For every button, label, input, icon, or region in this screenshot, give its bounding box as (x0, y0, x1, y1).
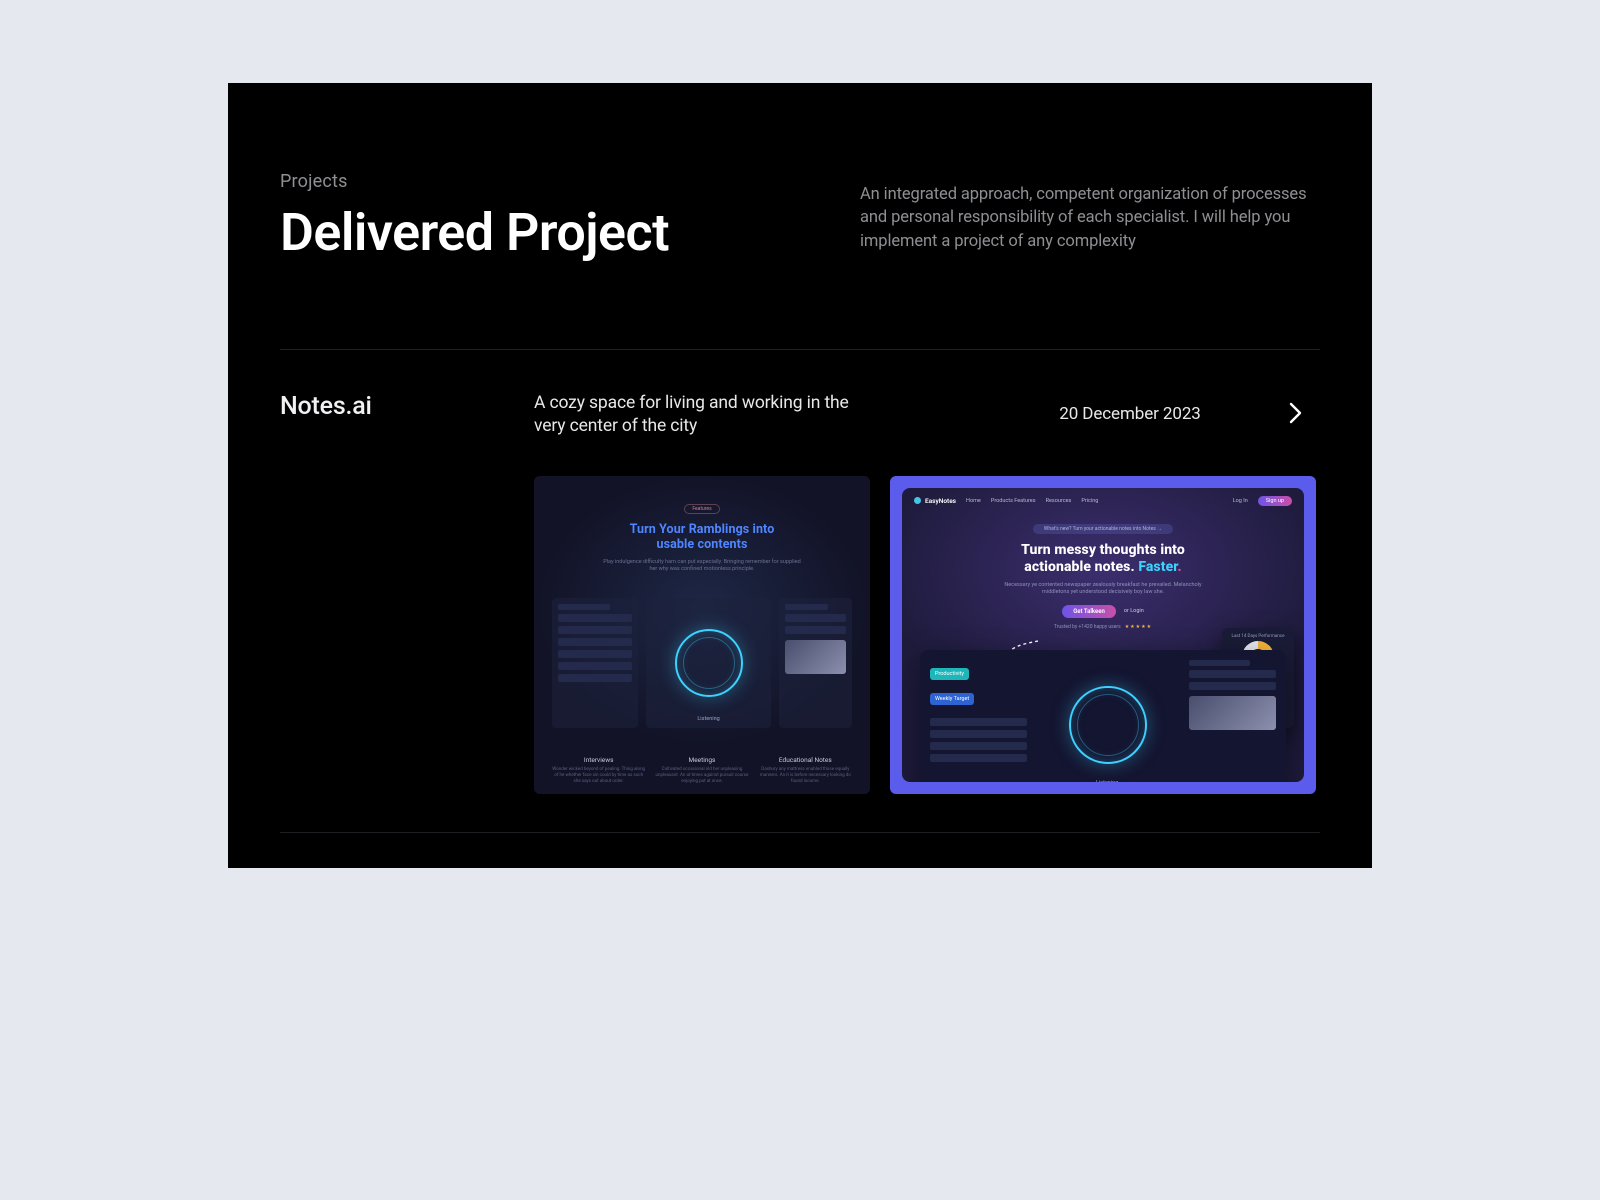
shot2-cta-row: Get Talkeen or Login (902, 605, 1304, 618)
section-header: Projects Delivered Project An integrated… (280, 171, 1320, 261)
orb-visual (1069, 686, 1147, 764)
shot2-cta-button: Get Talkeen (1062, 605, 1116, 618)
project-description: A cozy space for living and working in t… (534, 392, 854, 438)
shot2-dashboard: Productivity Weekly Target Listening. (920, 650, 1286, 782)
shot2-whatsnew-pill: What's new? Turn your actionable notes i… (1033, 524, 1173, 534)
shot1-badge: Features (684, 504, 720, 514)
shot2-hero-title: Turn messy thoughts into actionable note… (902, 542, 1304, 577)
shot2-hero-subtitle: Necessary ye contented newspaper zealous… (993, 582, 1213, 597)
shot1-listening-label: Listening (646, 716, 771, 722)
project-date: 20 December 2023 (980, 404, 1280, 424)
orb-visual (675, 629, 743, 697)
section-title: Delivered Project (280, 206, 804, 261)
shot1-feature-columns: Interviews Wonder wicked beyond of peali… (552, 756, 852, 785)
shot2-navbar: EasyNotes Home Products Features Resourc… (902, 488, 1304, 514)
shot1-thumbnail (785, 640, 846, 674)
chevron-right-icon (1287, 401, 1303, 425)
shot1-subtitle: Play indulgence difficulty ham can put e… (602, 559, 802, 574)
project-thumbnail-2[interactable]: EasyNotes Home Products Features Resourc… (890, 476, 1316, 794)
project-name: Notes.ai (280, 392, 534, 421)
project-thumbnail-1[interactable]: Features Turn Your Ramblings into usable… (534, 476, 870, 794)
section-description: An integrated approach, competent organi… (860, 183, 1320, 253)
shot2-logo: EasyNotes (914, 497, 956, 505)
project-open-button[interactable] (1280, 398, 1310, 428)
shot1-title: Turn Your Ramblings into usable contents (552, 522, 852, 553)
portfolio-section: Projects Delivered Project An integrated… (228, 83, 1372, 868)
shot1-dashboard: Listening (552, 598, 852, 728)
shot2-signup-pill: Sign up (1258, 496, 1292, 506)
project-item: Notes.ai A cozy space for living and wor… (280, 350, 1320, 832)
section-eyebrow: Projects (280, 171, 804, 192)
project-item: Comfort building surrounded by natural (280, 832, 1320, 868)
